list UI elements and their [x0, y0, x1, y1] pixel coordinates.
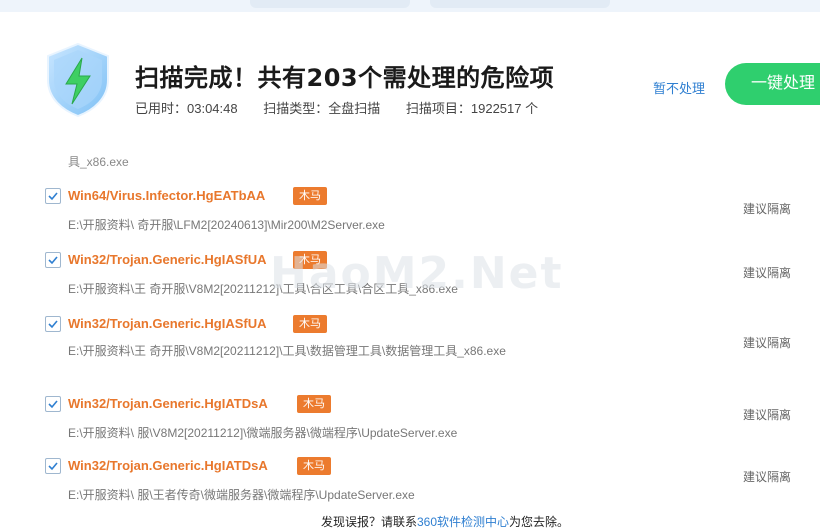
threat-path: E:\开服资料\王 奇开服\V8M2[20211212]\工具\数据管理工具\数…	[68, 344, 506, 358]
threat-type-badge: 木马	[293, 187, 327, 205]
threat-type-badge: 木马	[293, 251, 327, 269]
check-icon	[48, 192, 58, 201]
partial-path-text: 具_x86.exe	[68, 155, 129, 169]
footer-suffix: 为您去除。	[509, 515, 570, 529]
quarantine-action[interactable]: 建议隔离	[743, 406, 791, 423]
quarantine-action[interactable]: 建议隔离	[743, 264, 791, 281]
elapsed-time: 已用时：03:04:48	[135, 101, 238, 116]
threat-name[interactable]: Win32/Trojan.Generic.HgIASfUA	[68, 316, 267, 331]
threat-path: E:\开服资料\ 服\V8M2[20211212]\微端服务器\微端程序\Upd…	[68, 426, 458, 440]
item-checkbox[interactable]	[45, 252, 61, 268]
page-title: 扫描完成！共有203个需处理的危险项	[135, 64, 555, 92]
top-tab-shape	[250, 0, 410, 8]
detection-center-link[interactable]: 360软件检测中心	[417, 515, 509, 529]
top-tab-shape	[430, 0, 610, 8]
one-click-fix-button[interactable]: 一键处理	[725, 63, 820, 105]
threat-list: 具_x86.exe Win64/Virus.Infector.HgEATbAA …	[0, 150, 820, 510]
threat-path: E:\开服资料\王 奇开服\V8M2[20211212]\工具\合区工具\合区工…	[68, 282, 458, 296]
threat-name[interactable]: Win32/Trojan.Generic.HgIATDsA	[68, 396, 268, 411]
quarantine-action[interactable]: 建议隔离	[743, 468, 791, 485]
threat-path: E:\开服资料\ 奇开服\LFM2[20240613]\Mir200\M2Ser…	[68, 218, 385, 232]
shield-lightning-icon	[47, 42, 109, 118]
window-top-bar	[0, 0, 820, 12]
footer-prefix: 发现误报？请联系	[320, 515, 417, 529]
scan-type: 扫描类型：全盘扫描	[263, 101, 381, 116]
skip-button[interactable]: 暂不处理	[653, 78, 705, 97]
false-positive-footer: 发现误报？请联系360软件检测中心为您去除。	[0, 512, 820, 532]
quarantine-action[interactable]: 建议隔离	[743, 334, 791, 351]
scan-meta: 已用时：03:04:48 扫描类型：全盘扫描 扫描项目：1922517 个	[135, 98, 560, 117]
item-checkbox[interactable]	[45, 458, 61, 474]
threat-path: E:\开服资料\ 服\王者传奇\微端服务器\微端程序\UpdateServer.…	[68, 488, 415, 502]
check-icon	[48, 462, 58, 471]
check-icon	[48, 400, 58, 409]
check-icon	[48, 320, 58, 329]
scan-items-count: 扫描项目：1922517 个	[405, 101, 539, 116]
item-checkbox[interactable]	[45, 316, 61, 332]
threat-name[interactable]: Win32/Trojan.Generic.HgIATDsA	[68, 458, 268, 473]
item-checkbox[interactable]	[45, 188, 61, 204]
threat-name[interactable]: Win64/Virus.Infector.HgEATbAA	[68, 188, 265, 203]
threat-type-badge: 木马	[297, 457, 331, 475]
threat-type-badge: 木马	[293, 315, 327, 333]
item-checkbox[interactable]	[45, 396, 61, 412]
check-icon	[48, 256, 58, 265]
threat-name[interactable]: Win32/Trojan.Generic.HgIASfUA	[68, 252, 267, 267]
scan-result-header: 扫描完成！共有203个需处理的危险项 已用时：03:04:48 扫描类型：全盘扫…	[0, 12, 820, 152]
quarantine-action[interactable]: 建议隔离	[743, 200, 791, 217]
threat-type-badge: 木马	[297, 395, 331, 413]
